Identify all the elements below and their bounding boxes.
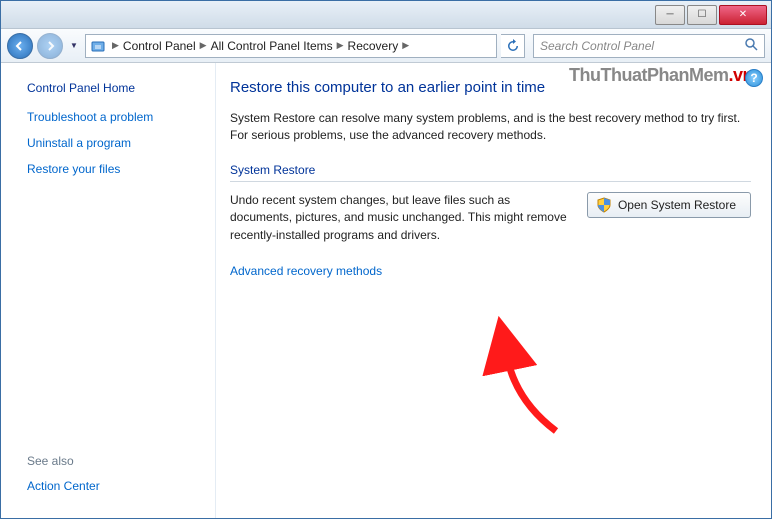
sidebar-link-uninstall[interactable]: Uninstall a program	[27, 135, 201, 152]
divider	[230, 181, 751, 182]
open-system-restore-button[interactable]: Open System Restore	[587, 192, 751, 218]
content: ThuThuatPhanMem.vn ? Restore this comput…	[215, 63, 771, 518]
breadcrumb-item[interactable]: Recovery	[346, 39, 401, 53]
chevron-right-icon: ▶	[110, 40, 121, 51]
recovery-icon	[90, 38, 106, 54]
restore-description: Undo recent system changes, but leave fi…	[230, 192, 569, 244]
annotation-arrow	[501, 351, 581, 444]
maximize-button[interactable]: ☐	[687, 5, 717, 25]
close-button[interactable]: ✕	[719, 5, 767, 25]
search-placeholder: Search Control Panel	[540, 39, 654, 53]
refresh-button[interactable]	[501, 34, 525, 58]
see-also-section: See also Action Center	[27, 454, 201, 504]
back-button[interactable]	[7, 33, 33, 59]
sidebar-link-restore-files[interactable]: Restore your files	[27, 161, 201, 178]
arrow-left-icon	[15, 41, 25, 51]
help-button[interactable]: ?	[745, 69, 763, 87]
advanced-recovery-link[interactable]: Advanced recovery methods	[230, 264, 382, 278]
chevron-right-icon: ▶	[198, 40, 209, 51]
shield-icon	[596, 197, 612, 213]
arrow-right-icon	[45, 41, 55, 51]
titlebar: ─ ☐ ✕	[1, 1, 771, 29]
toolbar: ▼ ▶ Control Panel ▶ All Control Panel It…	[1, 29, 771, 63]
refresh-icon	[506, 39, 520, 53]
open-button-label: Open System Restore	[618, 198, 736, 212]
address-bar[interactable]: ▶ Control Panel ▶ All Control Panel Item…	[85, 34, 497, 58]
window-frame: ─ ☐ ✕ ▼ ▶ Control Panel ▶ All Control Pa…	[0, 0, 772, 519]
section-title: System Restore	[230, 163, 751, 177]
minimize-button[interactable]: ─	[655, 5, 685, 25]
window-buttons: ─ ☐ ✕	[655, 5, 767, 25]
sidebar-link-troubleshoot[interactable]: Troubleshoot a problem	[27, 109, 201, 126]
search-input[interactable]: Search Control Panel	[533, 34, 765, 58]
chevron-right-icon: ▶	[335, 40, 346, 51]
forward-button[interactable]	[37, 33, 63, 59]
sidebar-home-link[interactable]: Control Panel Home	[27, 81, 201, 95]
watermark: ThuThuatPhanMem.vn	[569, 65, 753, 86]
see-also-action-center[interactable]: Action Center	[27, 478, 201, 495]
chevron-right-icon: ▶	[400, 40, 411, 51]
restore-row: Undo recent system changes, but leave fi…	[230, 192, 751, 244]
search-icon	[744, 37, 758, 54]
see-also-label: See also	[27, 454, 201, 468]
history-dropdown[interactable]: ▼	[67, 36, 81, 56]
sidebar: Control Panel Home Troubleshoot a proble…	[1, 63, 215, 518]
breadcrumb-item[interactable]: Control Panel	[121, 39, 198, 53]
breadcrumb-item[interactable]: All Control Panel Items	[209, 39, 335, 53]
body: Control Panel Home Troubleshoot a proble…	[1, 63, 771, 518]
intro-text: System Restore can resolve many system p…	[230, 110, 751, 145]
